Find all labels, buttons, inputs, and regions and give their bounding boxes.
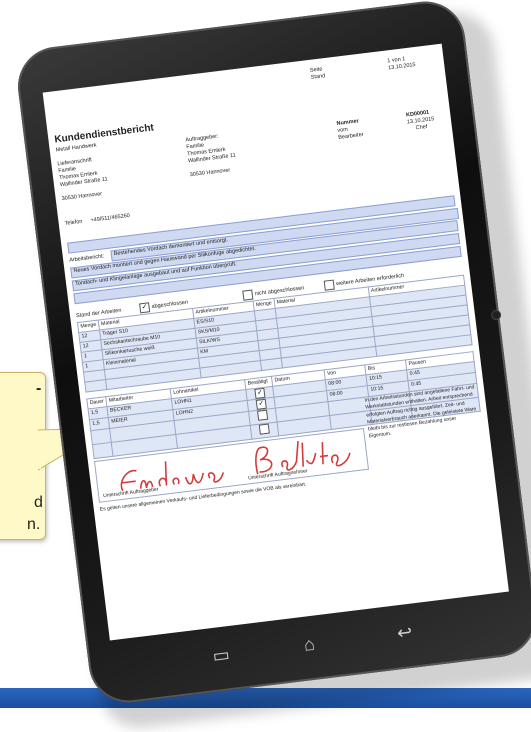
callout-text-line2: d <box>34 494 43 511</box>
tablet-screen: Seite 1 von 1 Stand 13.10.2015 Kundendie… <box>42 43 509 641</box>
meta-value: Chef <box>415 124 428 132</box>
date-label: Stand <box>310 73 326 81</box>
home-icon[interactable]: ⌂ <box>303 634 316 656</box>
service-report-document: Seite 1 von 1 Stand 13.10.2015 Kundendie… <box>49 50 488 518</box>
callout-text-line1: - <box>36 380 42 397</box>
document-title: Kundendienstbericht <box>53 122 155 146</box>
phone-label: Telefon <box>64 218 83 227</box>
checkbox-not-completed[interactable] <box>242 289 254 301</box>
back-icon[interactable]: ↩ <box>396 622 414 645</box>
phone-value: +49/511/465260 <box>90 212 131 224</box>
delivery-line: 30530 Hannover <box>61 191 103 203</box>
client-line: 30530 Hannover <box>189 167 231 179</box>
recent-apps-icon[interactable]: ▭ <box>211 644 230 667</box>
tablet-device: Seite 1 von 1 Stand 13.10.2015 Kundendie… <box>13 0 531 707</box>
meta-label: Bearbeiter <box>338 131 364 141</box>
checkbox-completed[interactable]: ✓ <box>139 302 151 314</box>
checkbox-further-work[interactable] <box>323 279 335 291</box>
callout-text-line3: n. <box>27 516 41 533</box>
camera-icon <box>491 310 501 320</box>
